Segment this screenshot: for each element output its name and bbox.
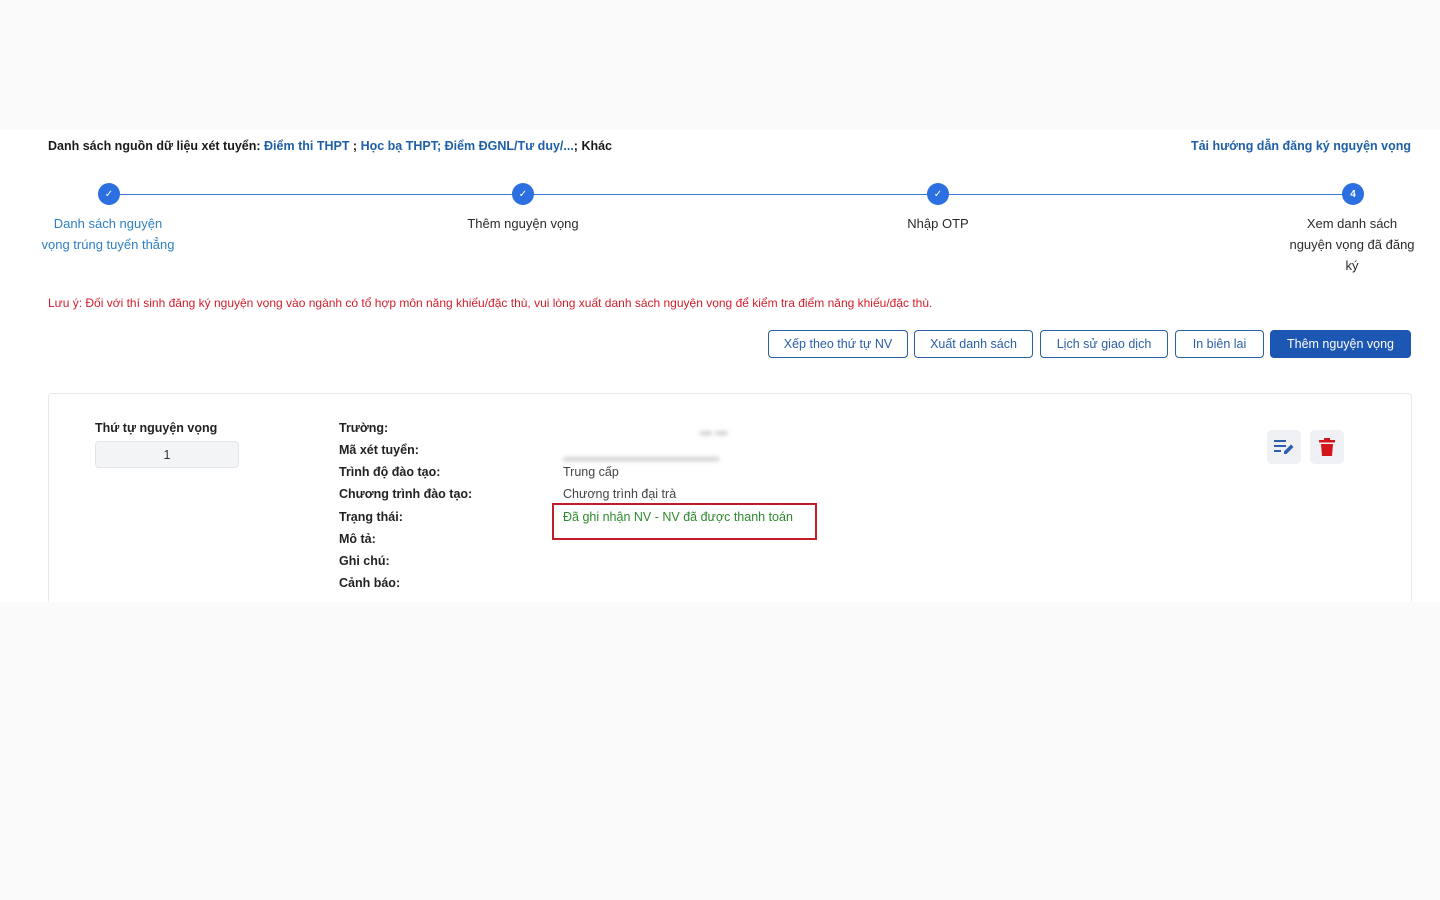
step-4-label: Xem danh sách nguyện vọng đã đăng ký [1289, 216, 1415, 273]
status-highlight-box [552, 503, 817, 540]
training-level-value: Trung cấp [563, 465, 619, 479]
source-hocba-link[interactable]: Học bạ THPT; Điểm ĐGNL/Tư duy/... [361, 139, 574, 153]
add-aspiration-button[interactable]: Thêm nguyện vọng [1270, 330, 1411, 358]
order-input[interactable]: 1 [95, 441, 239, 468]
step-1-label[interactable]: Danh sách nguyện vọng trúng tuyển thẳng [38, 213, 178, 255]
warning-label: Cảnh báo: [339, 576, 401, 590]
training-program-value: Chương trình đại trà [563, 487, 677, 501]
delete-button[interactable] [1310, 430, 1344, 464]
stepper-track [108, 194, 1353, 195]
training-program-label: Chương trình đào tạo: [339, 487, 473, 501]
trash-icon [1319, 438, 1335, 456]
redacted-code-value: ▬▬▬▬▬▬▬▬▬▬▬▬▬ [563, 450, 719, 464]
source-other: Khác [581, 139, 613, 153]
warning-note: Lưu ý: Đối với thí sinh đăng ký nguyện v… [48, 296, 933, 310]
redacted-school-value: ▬ ▬ [700, 424, 728, 438]
edit-list-icon [1274, 440, 1294, 454]
note-label: Ghi chú: [339, 554, 390, 568]
edit-button[interactable] [1267, 430, 1301, 464]
admission-code-label: Mã xét tuyển: [339, 443, 419, 457]
transaction-history-button[interactable]: Lịch sử giao dịch [1040, 330, 1168, 358]
aspiration-card [48, 393, 1412, 602]
download-guide-link[interactable]: Tải hướng dẫn đăng ký nguyện vọng [1191, 139, 1411, 153]
sources-separator: ; [349, 139, 361, 153]
training-level-label: Trình độ đào tạo: [339, 465, 441, 479]
sources-prefix: Danh sách nguồn dữ liệu xét tuyển: [48, 139, 261, 153]
step-3-label: Nhập OTP [907, 216, 969, 231]
order-label: Thứ tự nguyện vọng [95, 421, 218, 435]
step-2-label: Thêm nguyện vọng [467, 216, 579, 231]
data-sources-line: Danh sách nguồn dữ liệu xét tuyển: Điểm … [48, 139, 612, 153]
print-receipt-button[interactable]: In biên lai [1175, 330, 1264, 358]
status-label: Trạng thái: [339, 510, 403, 524]
school-label: Trường: [339, 421, 389, 435]
export-list-button[interactable]: Xuất danh sách [914, 330, 1033, 358]
step-4-number: 4 [1342, 183, 1364, 205]
step-2-check-icon: ✓ [512, 183, 534, 205]
sort-by-order-button[interactable]: Xếp theo thứ tự NV [768, 330, 908, 358]
step-1-check-icon: ✓ [98, 183, 120, 205]
description-label: Mô tả: [339, 532, 376, 546]
source-thpt-link[interactable]: Điểm thi THPT [264, 139, 349, 153]
step-3-check-icon: ✓ [927, 183, 949, 205]
